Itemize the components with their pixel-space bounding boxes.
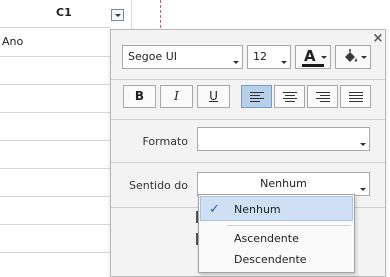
sort-direction-dropdown: ✓ Nenhum Ascendente Descendente: [198, 194, 355, 273]
italic-button[interactable]: I: [160, 85, 193, 108]
font-color-icon: A: [304, 47, 316, 65]
font-size-value: 12: [253, 50, 267, 63]
align-center-button[interactable]: [274, 85, 305, 108]
font-color-button[interactable]: A: [295, 45, 331, 69]
font-family-select[interactable]: Segoe UI: [122, 45, 243, 69]
row-divider: [0, 112, 111, 113]
dropdown-option-descendente[interactable]: Descendente: [234, 253, 307, 266]
align-justify-button[interactable]: [340, 85, 371, 108]
paint-bucket-icon: [345, 49, 357, 62]
font-size-select[interactable]: 12: [247, 45, 291, 69]
chevron-down-icon: [281, 61, 287, 64]
format-label: Formato: [142, 135, 189, 148]
format-select[interactable]: [197, 127, 370, 151]
checkmark-icon: ✓: [209, 202, 220, 217]
column-header-c1: C1: [56, 6, 72, 19]
dropdown-option-label: Nenhum: [234, 203, 281, 216]
row-divider: [0, 140, 111, 141]
bold-button[interactable]: B: [123, 85, 156, 108]
row-divider: [0, 84, 111, 85]
cell-text[interactable]: Ano: [2, 35, 23, 48]
divider: [111, 162, 385, 163]
divider: [227, 225, 351, 226]
divider: [111, 79, 385, 80]
row-divider: [0, 168, 111, 169]
fill-color-button[interactable]: [335, 45, 371, 69]
dropdown-option-nenhum[interactable]: ✓ Nenhum: [200, 196, 353, 221]
row-divider: [0, 224, 111, 225]
font-color-swatch: [302, 64, 324, 67]
sort-direction-select[interactable]: Nenhum: [197, 172, 370, 196]
row-divider: [0, 252, 111, 253]
chevron-down-icon: [360, 188, 366, 191]
close-icon[interactable]: ×: [371, 32, 385, 46]
divider: [111, 119, 385, 120]
chevron-down-icon: [360, 143, 366, 146]
chevron-down-icon: [321, 56, 327, 59]
row-divider: [0, 56, 111, 57]
align-left-button[interactable]: [241, 85, 272, 108]
row-divider: [0, 196, 111, 197]
sort-direction-value: Nenhum: [260, 177, 307, 190]
dropdown-option-ascendente[interactable]: Ascendente: [234, 232, 299, 245]
sort-direction-label: Sentido do: [128, 179, 188, 192]
row-divider: [0, 27, 111, 28]
align-right-button[interactable]: [307, 85, 338, 108]
chevron-down-icon: [233, 61, 239, 64]
chevron-down-icon: [361, 56, 367, 59]
column-filter-button[interactable]: [111, 9, 124, 21]
underline-button[interactable]: U: [197, 85, 230, 108]
font-family-value: Segoe UI: [128, 50, 178, 63]
